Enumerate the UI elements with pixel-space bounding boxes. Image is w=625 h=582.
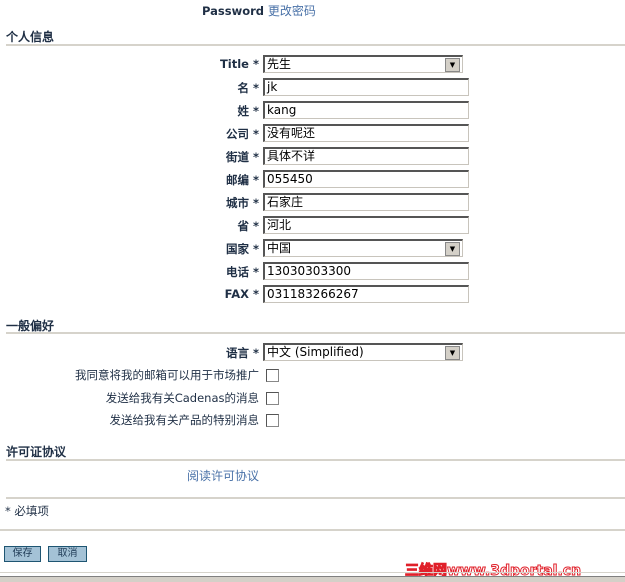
field-value: 先生	[267, 57, 292, 71]
field-value: 河北	[267, 218, 292, 232]
field-value: 石家庄	[267, 195, 304, 209]
product-offers-checkbox[interactable]	[266, 414, 279, 427]
checkbox-label-cadenas: 发送给我有关Cadenas的消息	[105, 391, 259, 405]
language-label: 语言 *	[225, 346, 259, 360]
field-value: 031183266267	[267, 287, 359, 301]
password-row: Password 更改密码	[202, 2, 316, 19]
read-license-link[interactable]: 阅读许可协议	[187, 467, 259, 484]
save-button[interactable]: 保存	[4, 546, 41, 562]
field-label: Title *	[219, 57, 259, 71]
cancel-button[interactable]: 取消	[48, 546, 87, 562]
required-note: * 必填项	[5, 504, 49, 518]
change-password-link[interactable]: 更改密码	[268, 4, 316, 18]
field-value: 中国	[267, 241, 292, 255]
field-label: 电话 *	[225, 265, 259, 279]
text-field[interactable]: 13030303300	[263, 262, 469, 280]
field-label: 城市 *	[225, 196, 259, 210]
field-value: 没有呢还	[267, 126, 316, 140]
divider	[6, 459, 625, 461]
status-bar	[0, 576, 625, 582]
cadenas-news-checkbox[interactable]	[266, 392, 279, 405]
field-label: 公司 *	[225, 127, 259, 141]
select-field[interactable]: 中国 ▼	[263, 239, 463, 257]
field-label: 国家 *	[225, 242, 259, 256]
field-label: 街道 *	[225, 150, 259, 164]
field-label: FAX *	[224, 287, 259, 301]
divider	[6, 497, 625, 499]
divider	[6, 332, 625, 334]
checkbox-label-products: 发送给我有关产品的特别消息	[109, 413, 260, 427]
text-field[interactable]: 河北	[263, 216, 469, 234]
text-field[interactable]: 石家庄	[263, 193, 469, 211]
field-label: 名 *	[237, 81, 259, 95]
password-label: Password	[202, 4, 264, 18]
divider	[6, 44, 625, 46]
chevron-down-icon[interactable]: ▼	[445, 242, 460, 256]
text-field[interactable]: 055450	[263, 170, 469, 188]
text-field[interactable]: kang	[263, 101, 469, 119]
text-field[interactable]: 具体不详	[263, 147, 469, 165]
language-select[interactable]: 中文 (Simplified) ▼	[263, 343, 463, 361]
field-value: 具体不详	[267, 149, 316, 163]
license-heading: 许可证协议	[6, 445, 67, 459]
text-field[interactable]: 031183266267	[263, 285, 469, 303]
field-value: kang	[267, 103, 297, 117]
field-value: 13030303300	[267, 264, 351, 278]
chevron-down-icon[interactable]: ▼	[445, 346, 460, 360]
chevron-down-icon[interactable]: ▼	[445, 58, 460, 72]
text-field[interactable]: jk	[263, 78, 469, 96]
select-field[interactable]: 先生 ▼	[263, 55, 463, 73]
field-value: jk	[267, 80, 278, 94]
marketing-checkbox[interactable]	[266, 369, 279, 382]
language-value: 中文 (Simplified)	[267, 345, 364, 359]
checkbox-label-marketing: 我同意将我的邮箱可以用于市场推广	[75, 368, 259, 382]
divider	[0, 572, 625, 573]
field-value: 055450	[267, 172, 313, 186]
divider	[0, 529, 625, 531]
personal-info-heading: 个人信息	[6, 30, 55, 44]
field-label: 姓 *	[237, 104, 259, 118]
text-field[interactable]: 没有呢还	[263, 124, 469, 142]
field-label: 省 *	[237, 219, 259, 233]
field-label: 邮编 *	[225, 173, 259, 187]
